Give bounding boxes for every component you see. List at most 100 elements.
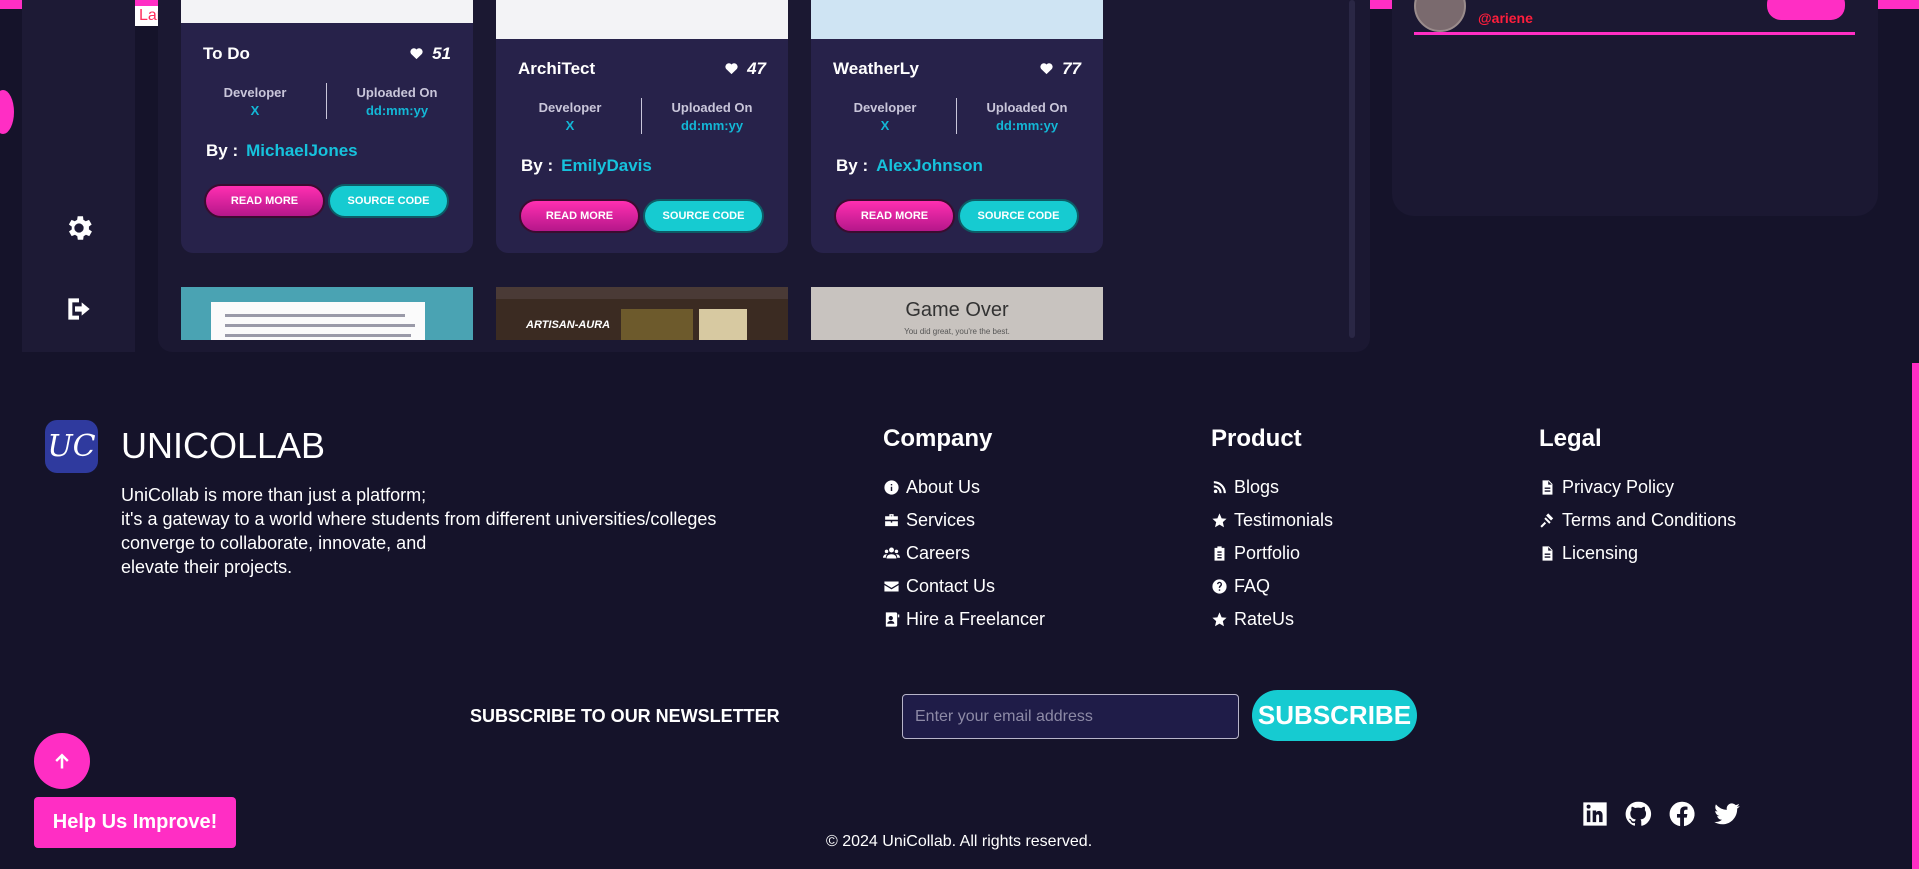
help-us-improve-button[interactable]: Help Us Improve! xyxy=(34,797,236,848)
author-link[interactable]: AlexJohnson xyxy=(876,156,983,175)
star-icon xyxy=(1212,612,1227,627)
card-title: To Do xyxy=(203,44,250,63)
follow-button[interactable] xyxy=(1767,0,1845,20)
link-label: Terms and Conditions xyxy=(1562,510,1737,530)
card-thumbnail[interactable] xyxy=(181,0,473,23)
developer-label: Developer xyxy=(538,100,602,115)
link-label: Careers xyxy=(906,543,971,563)
gavel-icon xyxy=(1540,513,1554,528)
info-icon xyxy=(884,480,899,495)
card-likes[interactable]: 77 xyxy=(1039,59,1081,79)
testimonials-link[interactable]: Testimonials xyxy=(1211,510,1333,531)
text-line xyxy=(225,334,411,337)
document-icon xyxy=(1542,480,1553,495)
user-divider xyxy=(1414,32,1855,35)
star-icon xyxy=(1212,513,1227,528)
preview-subtitle: You did great, you're the best. xyxy=(904,327,1010,336)
about-us-link[interactable]: About Us xyxy=(883,477,980,498)
terms-link[interactable]: Terms and Conditions xyxy=(1539,510,1736,531)
question-icon xyxy=(1212,579,1227,594)
heart-icon xyxy=(725,63,738,75)
preview-title: ARTISAN-AURA xyxy=(526,319,611,331)
careers-link[interactable]: Careers xyxy=(883,543,970,564)
blog-icon xyxy=(1213,481,1226,494)
developer-value: X xyxy=(565,118,575,133)
page-scrollbar[interactable] xyxy=(1912,363,1919,869)
uploaded-label: Uploaded On xyxy=(671,100,753,115)
project-thumbnail[interactable]: Game Over You did great, you're the best… xyxy=(811,287,1103,340)
preview-image xyxy=(621,309,693,340)
by-label: By : xyxy=(521,156,554,175)
user-handle[interactable]: @ariene xyxy=(1478,10,1533,26)
back-to-top-button[interactable] xyxy=(34,733,90,789)
twitter-icon[interactable] xyxy=(1713,800,1741,828)
card-likes[interactable]: 47 xyxy=(724,59,766,79)
email-input[interactable] xyxy=(902,694,1239,739)
uploaded-label: Uploaded On xyxy=(356,85,438,100)
services-link[interactable]: Services xyxy=(883,510,975,531)
project-thumbnail[interactable] xyxy=(181,287,473,340)
link-label: FAQ xyxy=(1234,576,1271,596)
source-code-button[interactable]: SOURCE CODE xyxy=(328,184,449,218)
read-more-button[interactable]: READ MORE xyxy=(204,184,325,218)
link-label: Hire a Freelancer xyxy=(906,609,1046,629)
read-more-button[interactable]: READ MORE xyxy=(834,199,955,233)
document-icon xyxy=(1542,546,1553,561)
github-icon[interactable] xyxy=(1624,800,1652,828)
description-line: elevate their projects. xyxy=(121,557,293,577)
logout-icon[interactable] xyxy=(63,293,95,325)
author-link[interactable]: EmilyDavis xyxy=(561,156,652,175)
subscribe-button[interactable]: SUBSCRIBE xyxy=(1252,690,1417,741)
user-panel: @ariene xyxy=(1392,0,1878,216)
hire-freelancer-link[interactable]: Hire a Freelancer xyxy=(883,609,1045,630)
edge-toggle-handle[interactable] xyxy=(0,90,14,134)
project-card: To Do 51 Developer X Uploaded On dd:mm:y… xyxy=(181,0,473,253)
developer-label: Developer xyxy=(853,100,917,115)
card-likes[interactable]: 51 xyxy=(409,44,451,64)
card-thumbnail[interactable] xyxy=(496,0,788,39)
uploaded-value: dd:mm:yy xyxy=(995,118,1059,133)
preview-title: Game Over xyxy=(905,299,1009,321)
faq-link[interactable]: FAQ xyxy=(1211,576,1270,597)
meta-divider xyxy=(641,98,642,134)
likes-count: 77 xyxy=(1062,59,1081,78)
blogs-link[interactable]: Blogs xyxy=(1211,477,1279,498)
facebook-icon[interactable] xyxy=(1668,800,1696,828)
project-card: WeatherLy 77 Developer X Uploaded On dd:… xyxy=(811,0,1103,253)
id-card-icon xyxy=(885,612,900,627)
newsletter-title: SUBSCRIBE TO OUR NEWSLETTER xyxy=(470,706,780,726)
portfolio-link[interactable]: Portfolio xyxy=(1211,543,1300,564)
author-link[interactable]: MichaelJones xyxy=(246,141,358,160)
author-line: By : EmilyDavis xyxy=(521,156,652,176)
source-code-button[interactable]: SOURCE CODE xyxy=(643,199,764,233)
rate-us-link[interactable]: RateUs xyxy=(1211,609,1294,630)
text-line xyxy=(225,324,415,327)
source-code-button[interactable]: SOURCE CODE xyxy=(958,199,1079,233)
description-line: it's a gateway to a world where students… xyxy=(121,509,717,529)
brand-name: UNICOLLAB xyxy=(121,425,326,466)
avatar[interactable] xyxy=(1414,0,1466,32)
card-thumbnail[interactable] xyxy=(811,0,1103,39)
scrollbar[interactable] xyxy=(1349,0,1355,338)
clipboard-icon xyxy=(1214,546,1225,561)
preview-navbar xyxy=(496,287,788,299)
contact-us-link[interactable]: Contact Us xyxy=(883,576,995,597)
project-thumbnail[interactable]: ARTISAN-AURA xyxy=(496,287,788,340)
text-line xyxy=(225,314,405,317)
product-heading: Product xyxy=(1211,425,1302,452)
company-heading: Company xyxy=(883,425,993,452)
licensing-link[interactable]: Licensing xyxy=(1539,543,1638,564)
card-title: ArchiTect xyxy=(518,59,596,78)
privacy-policy-link[interactable]: Privacy Policy xyxy=(1539,477,1674,498)
by-label: By : xyxy=(206,141,239,160)
uploaded-label: Uploaded On xyxy=(986,100,1068,115)
brand-logo[interactable]: UC xyxy=(45,420,98,473)
link-label: Privacy Policy xyxy=(1562,477,1675,497)
legal-heading: Legal xyxy=(1539,425,1602,452)
heart-icon xyxy=(1040,63,1053,75)
gear-icon[interactable] xyxy=(63,212,95,244)
read-more-button[interactable]: READ MORE xyxy=(519,199,640,233)
likes-count: 51 xyxy=(432,44,451,63)
description-line: converge to collaborate, innovate, and xyxy=(121,533,427,553)
linkedin-icon[interactable] xyxy=(1581,800,1609,828)
